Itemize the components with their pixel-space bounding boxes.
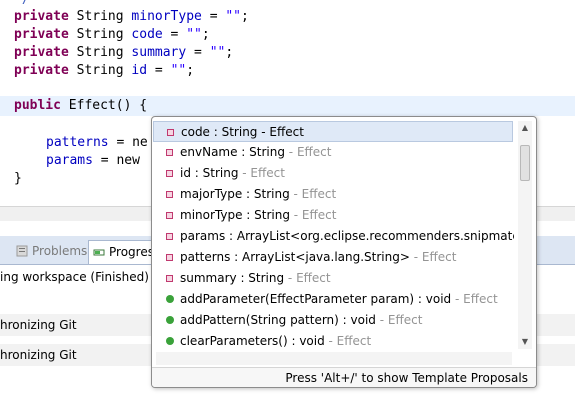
field-icon — [166, 233, 173, 240]
field-icon — [166, 275, 173, 282]
proposal-item[interactable]: id : String - Effect — [153, 163, 513, 184]
field-icon — [166, 191, 173, 198]
popup-status-bar: Press 'Alt+/' to show Template Proposals — [152, 367, 536, 387]
code-line-field: private String id = ""; — [14, 63, 195, 78]
proposal-list[interactable]: code : String - Effect envName : String … — [152, 117, 514, 351]
field-icon — [167, 129, 174, 136]
field-icon — [166, 254, 173, 261]
scrollbar-thumb[interactable] — [520, 145, 530, 181]
proposal-horizontal-scrollbar[interactable] — [156, 352, 512, 365]
code-line-closing-brace: } — [14, 171, 22, 186]
method-icon — [166, 295, 174, 303]
progress-icon — [93, 243, 105, 256]
code-line-field: private String minorType = ""; — [14, 9, 249, 24]
tab-problems-label: Problems — [32, 244, 88, 258]
field-icon — [166, 212, 173, 219]
scroll-up-icon[interactable]: ▲ — [518, 121, 532, 135]
proposal-item[interactable]: addParameter(EffectParameter param) : vo… — [153, 289, 513, 310]
proposal-item[interactable]: summary : String - Effect — [153, 268, 513, 289]
tab-problems[interactable]: Problems — [12, 240, 88, 263]
proposal-item[interactable]: majorType : String - Effect — [153, 184, 513, 205]
code-line-statement: patterns = ne — [46, 135, 148, 150]
code-line-statement: params = new — [46, 153, 140, 168]
code-line-constructor: public Effect() { — [14, 98, 148, 113]
problems-icon — [16, 242, 28, 257]
field-icon — [166, 170, 173, 177]
code-line-field: private String code = ""; — [14, 27, 210, 42]
proposal-vertical-scrollbar[interactable]: ▲ ▼ — [518, 121, 532, 349]
template-proposals-hint: Press 'Alt+/' to show Template Proposals — [285, 371, 528, 385]
method-icon — [166, 337, 174, 345]
proposal-item[interactable]: addPattern(String pattern) : void - Effe… — [153, 310, 513, 331]
tab-progress-label: Progres — [109, 245, 154, 259]
proposal-item[interactable]: params : ArrayList<org.eclipse.recommend… — [153, 226, 514, 247]
content-assist-popup[interactable]: code : String - Effect envName : String … — [151, 116, 537, 388]
field-icon — [166, 149, 173, 156]
proposal-item[interactable]: clearParameters() : void - Effect — [153, 331, 513, 351]
tab-partial[interactable] — [0, 240, 6, 263]
proposal-item[interactable]: patterns : ArrayList<java.lang.String> -… — [153, 247, 513, 268]
proposal-item[interactable]: minorType : String - Effect — [153, 205, 513, 226]
proposal-item[interactable]: envName : String - Effect — [153, 142, 513, 163]
code-line-field: private String summary = ""; — [14, 45, 234, 60]
method-icon — [166, 316, 174, 324]
proposal-item[interactable]: code : String - Effect — [153, 121, 513, 142]
scroll-down-icon[interactable]: ▼ — [518, 335, 532, 349]
